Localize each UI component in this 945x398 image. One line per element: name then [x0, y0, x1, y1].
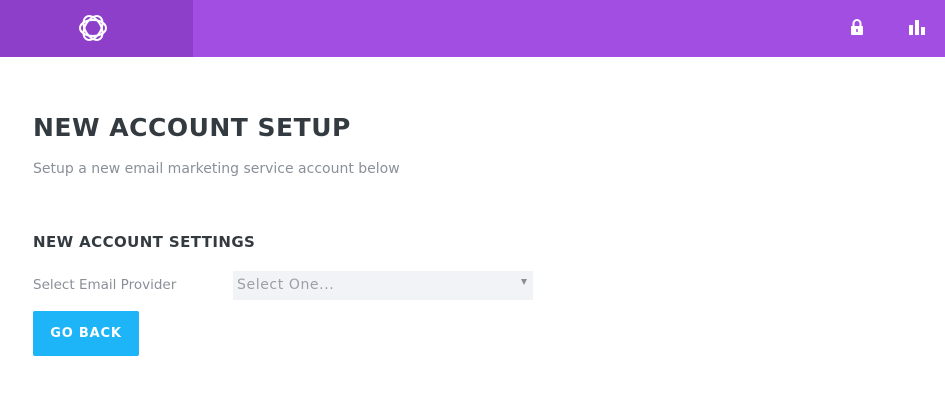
email-provider-selected-value: Select One...: [237, 277, 335, 293]
page-title: NEW ACCOUNT SETUP: [33, 113, 351, 142]
bloom-logo-icon[interactable]: [76, 11, 110, 45]
top-bar: [0, 0, 945, 57]
lock-icon[interactable]: [848, 18, 866, 36]
section-title: NEW ACCOUNT SETTINGS: [33, 233, 256, 251]
email-provider-label: Select Email Provider: [33, 277, 177, 293]
email-provider-select[interactable]: Select One...: [233, 271, 533, 300]
chevron-down-icon: [521, 279, 527, 285]
page-subtitle: Setup a new email marketing service acco…: [33, 161, 400, 177]
stats-icon[interactable]: [908, 18, 926, 36]
logo-block[interactable]: [0, 0, 193, 57]
go-back-button[interactable]: GO BACK: [33, 311, 139, 356]
